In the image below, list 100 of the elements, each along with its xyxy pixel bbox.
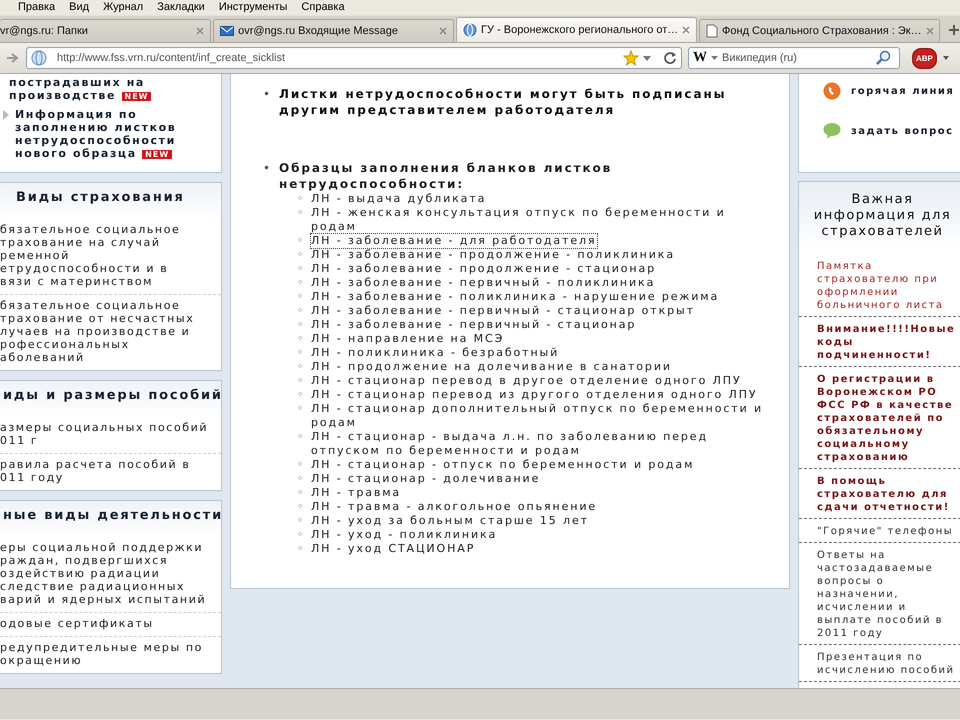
dropdown-caret-icon xyxy=(942,56,949,60)
search-bar[interactable]: W Википедия (ru) xyxy=(688,47,900,69)
bullet-mark: ◦ xyxy=(297,374,306,388)
sidebar-link[interactable]: Внимание!!!!Новые коды подчиненности! xyxy=(799,317,960,367)
sidebar-link[interactable]: Памятка страхователю при оформлении больничного листа xyxy=(799,254,960,317)
browser-tab[interactable]: vr@ngs.ru: Папки xyxy=(0,19,212,42)
sidebar-link[interactable]: равила расчета пособий в 011 году xyxy=(0,454,221,490)
bullet-mark: ◦ xyxy=(297,458,306,472)
sidebar-link[interactable]: еры социальной поддержки раждан, подвергшихся оздействию радиации следствие радиационных варий и ядерных испытаний xyxy=(0,537,221,613)
document-link[interactable]: ЛН - направление на МСЭ xyxy=(311,332,504,346)
bullet-mark: ◦ xyxy=(297,472,306,486)
bullet-mark: ◦ xyxy=(297,360,306,374)
document-icon xyxy=(706,24,718,38)
document-link[interactable]: ЛН - травма - алкогольное опьянение xyxy=(311,500,598,514)
sidebar-link[interactable]: одовые сертификаты xyxy=(0,613,221,637)
bullet-mark: ◦ xyxy=(297,206,306,220)
sidebar-link[interactable]: бязательное социальное трахование на случай ременной етрудоспособности и в вязи с материнством xyxy=(0,219,221,295)
sidebar-link[interactable]: пострадавших на производстве NEW xyxy=(9,76,152,103)
bullet-mark: ◦ xyxy=(297,248,306,262)
document-link[interactable]: ЛН - уход - поликлиника xyxy=(311,528,498,542)
new-badge: NEW xyxy=(142,150,172,159)
document-link[interactable]: ЛН - заболевание - первичный - стационар xyxy=(311,318,636,332)
close-icon xyxy=(439,27,448,35)
dropdown-caret-icon xyxy=(711,56,718,60)
plus-icon xyxy=(948,24,960,36)
bullet-mark: • xyxy=(263,160,273,176)
sidebar-link[interactable]: азмеры социальных пособий 011 г xyxy=(0,417,221,454)
document-link[interactable]: ЛН - стационар перевод в другое отделение одного ЛПУ xyxy=(311,374,742,388)
sidebar-link[interactable]: бязательное социальное трахование от несчастных лучаев на производстве и рофессиональных аболеваний xyxy=(0,295,221,370)
bullet-mark: ◦ xyxy=(297,346,306,360)
bullet-mark: ◦ xyxy=(297,192,306,206)
browser-tab[interactable]: ГУ - Воронежского регионального от… xyxy=(456,17,698,42)
close-icon xyxy=(926,27,934,35)
sidebar-link[interactable]: горячая линия xyxy=(851,86,954,96)
search-icon xyxy=(876,50,892,66)
bullet-mark: ◦ xyxy=(297,486,306,500)
phone-icon xyxy=(823,82,841,100)
document-link[interactable]: ЛН - поликлиника - безработный xyxy=(311,346,560,360)
bullet-mark: • xyxy=(263,86,273,102)
envelope-icon xyxy=(220,25,234,37)
menu-item[interactable]: Вид xyxy=(69,0,90,15)
document-link[interactable]: ЛН - выдача дубликата xyxy=(311,192,486,206)
globe-icon xyxy=(463,23,478,37)
list-text: Листки нетрудоспособности могут быть подписаны другим представителем работодателя xyxy=(279,86,728,118)
menu-item[interactable]: Инструменты xyxy=(218,0,288,15)
document-link[interactable]: ЛН - заболевание - первичный - поликлиника xyxy=(311,276,656,290)
star-icon xyxy=(623,50,639,66)
document-link[interactable]: ЛН - стационар - отпуск по беременности и родам xyxy=(311,458,694,472)
bullet-mark: ◦ xyxy=(297,388,306,402)
close-icon xyxy=(682,26,690,34)
document-link[interactable]: ЛН - заболевание - первичный - стационар открыт xyxy=(311,304,695,318)
document-link[interactable]: ЛН - продолжение на долечивание в санатории xyxy=(311,360,672,374)
document-link[interactable]: ЛН - заболевание - поликлиника - нарушение режима xyxy=(311,290,720,304)
sidebar-link[interactable]: В помощь страхователю для сдачи отчетности! xyxy=(799,469,960,519)
close-icon xyxy=(196,27,204,35)
document-link[interactable]: ЛН - стационар - выдача л.н. по заболеванию перед отпуском по беременности и родам xyxy=(311,430,769,458)
search-engine-logo: W xyxy=(693,50,707,66)
document-link[interactable]: ЛН - заболевание - продолжение - поликлиника xyxy=(311,248,675,262)
forward-arrow-icon xyxy=(6,52,20,64)
speech-bubble-icon xyxy=(823,122,841,140)
menu-item[interactable]: Журнал xyxy=(103,0,144,15)
browser-tab[interactable]: Фонд Социального Страхования : Эк… xyxy=(699,19,940,42)
sidebar-link[interactable]: Ответы на частозадаваемые вопросы о назначении, исчислении и выплате пособий в 2011 году xyxy=(799,543,960,645)
document-link[interactable]: ЛН - заболевание - продолжение - стационар xyxy=(311,262,656,276)
bullet-mark: ◦ xyxy=(297,332,306,346)
bullet-mark: ◦ xyxy=(297,234,306,248)
document-link[interactable]: ЛН - стационар - долечивание xyxy=(311,472,540,486)
list-text: Образцы заполнения бланков листков нетрудоспособности: xyxy=(279,160,614,192)
sidebar-link[interactable]: О регистрации в Воронежском РО ФСС РФ в качестве страхователей по обязательному социальному страхованию xyxy=(799,367,960,469)
document-link[interactable]: ЛН - заболевание - для работодателя xyxy=(311,234,596,248)
menu-item[interactable]: Правка xyxy=(18,0,56,15)
document-link[interactable]: ЛН - травма xyxy=(311,486,402,500)
document-link[interactable]: ЛН - стационар перевод из другого отделения одного ЛПУ xyxy=(311,388,758,402)
document-link[interactable]: ЛН - уход СТАЦИОНАР xyxy=(311,542,476,556)
address-bar[interactable]: http://www.fss.vrn.ru/content/inf_create_sicklist xyxy=(26,47,682,69)
document-link[interactable]: ЛН - женская консультация отпуск по беременности и родам xyxy=(311,206,769,234)
bullet-mark: ◦ xyxy=(297,542,306,556)
reload-icon xyxy=(663,51,677,65)
sidebar-link[interactable]: редупредительные меры по окращению xyxy=(0,637,221,673)
url-text: http://www.fss.vrn.ru/content/inf_create_sicklist xyxy=(57,52,286,64)
bullet-mark: ◦ xyxy=(297,500,306,514)
sidebar-link[interactable]: Презентация по исчислению пособий xyxy=(799,645,960,682)
bullet-mark: ◦ xyxy=(297,318,306,332)
menu-item[interactable]: Справка xyxy=(301,0,345,15)
adblock-button[interactable]: ABP xyxy=(912,48,937,68)
sidebar-link[interactable]: Информация по заполнению листков нетрудоспособности нового образца NEW xyxy=(15,108,176,161)
globe-icon xyxy=(31,50,47,66)
document-link[interactable]: ЛН - уход за больным старше 15 лет xyxy=(311,514,589,528)
browser-tab[interactable]: ovr@ngs.ru Входящие Message xyxy=(213,19,454,42)
document-link[interactable]: ЛН - стационар дополнительный отпуск по беременности и родам xyxy=(311,402,769,430)
menu-item[interactable]: Закладки xyxy=(157,0,205,15)
bullet-mark: ◦ xyxy=(297,514,306,528)
sidebar-link[interactable]: задать вопрос xyxy=(851,126,954,136)
bullet-mark: ◦ xyxy=(297,528,306,542)
bullet-mark: ◦ xyxy=(297,402,306,416)
dropdown-caret-icon xyxy=(643,56,651,60)
bullet-mark: ◦ xyxy=(297,304,306,318)
sidebar-link[interactable]: "Горячие" телефоны xyxy=(799,519,960,543)
bullet-mark: ◦ xyxy=(297,430,306,444)
bullet-mark: ◦ xyxy=(297,290,306,304)
